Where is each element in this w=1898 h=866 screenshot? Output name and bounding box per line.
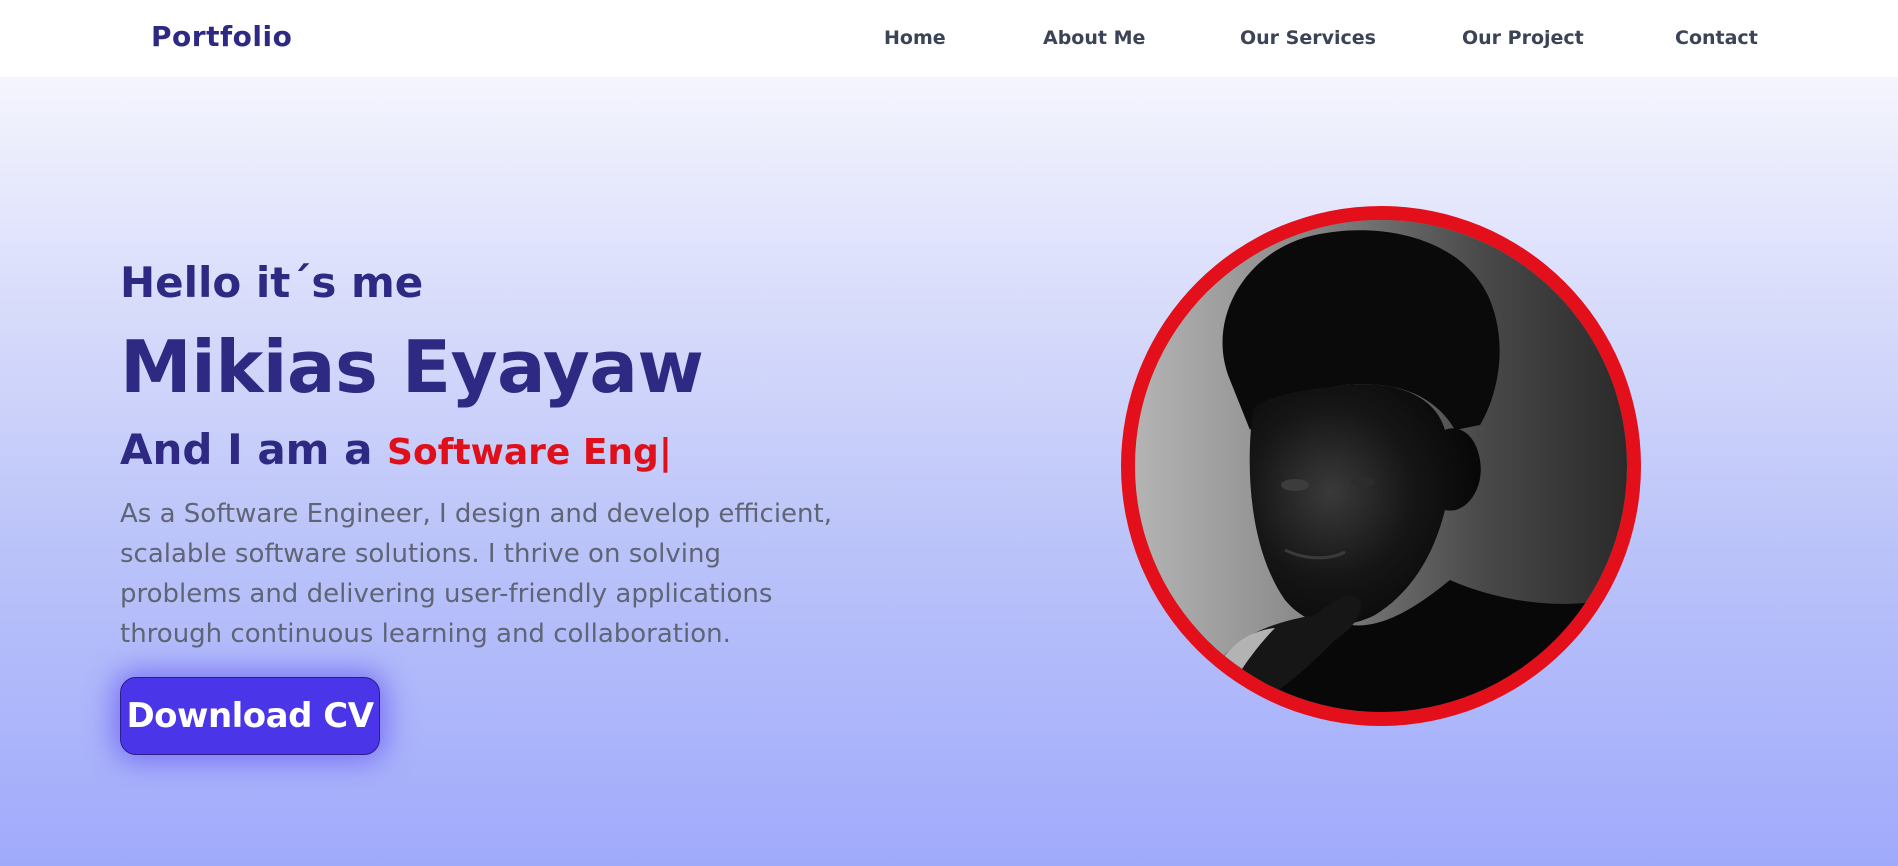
hero-name: Mikias Eyayaw [120,325,704,409]
nav-link-home[interactable]: Home [884,27,946,49]
role-typed-text: Software Eng| [387,432,672,473]
profile-photo-frame [1121,206,1641,726]
hero-role-line: And I am a Software Eng| [120,425,672,474]
nav-link-our-services[interactable]: Our Services [1240,27,1376,49]
role-prefix: And I am a [120,425,373,474]
portrait-image [1135,220,1627,712]
nav-link-our-project[interactable]: Our Project [1462,27,1584,49]
top-navbar: Portfolio Home About Me Our Services Our… [0,0,1898,77]
brand-logo-link[interactable]: Portfolio [151,20,292,53]
hero-greeting: Hello it´s me [120,258,424,307]
nav-link-about-me[interactable]: About Me [1043,27,1145,49]
nav-link-contact[interactable]: Contact [1675,27,1758,49]
hero-description: As a Software Engineer, I design and dev… [120,499,832,649]
download-cv-button[interactable]: Download CV [120,677,380,755]
profile-photo [1135,220,1627,712]
